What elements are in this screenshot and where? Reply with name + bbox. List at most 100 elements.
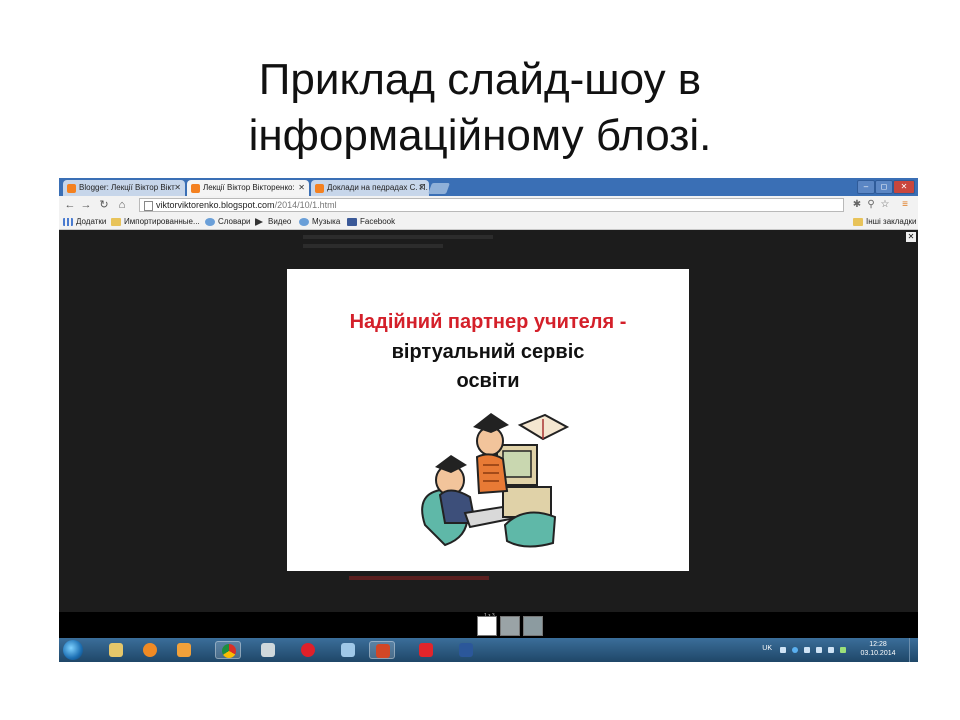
slide-title-line2: інформаційному блозі. bbox=[248, 111, 712, 160]
slide-title: Приклад слайд-шоу в інформаційному блозі… bbox=[0, 52, 960, 164]
taskbar-red-app[interactable] bbox=[413, 641, 439, 659]
folder-icon bbox=[109, 643, 123, 657]
bookmark-apps[interactable]: Додатки bbox=[63, 214, 106, 230]
document-icon bbox=[261, 643, 275, 657]
folder-icon bbox=[853, 218, 863, 226]
tray-icon[interactable] bbox=[804, 647, 810, 653]
tab-reports[interactable]: Доклади на педрадах С. П. ✕ bbox=[311, 180, 429, 196]
bookmark-label: Додатки bbox=[76, 217, 107, 226]
lightbox-overlay: ✕ Надійний партнер учителя - віртуальний… bbox=[59, 230, 918, 612]
slide-caption bbox=[349, 576, 489, 580]
language-indicator[interactable]: UK bbox=[762, 645, 772, 652]
browser-screenshot: Blogger: Лекції Віктор Вікт ✕ Лекції Вік… bbox=[59, 178, 918, 662]
blogger-favicon-icon bbox=[315, 184, 324, 193]
tab-label: Лекції Віктор Вікторенко: bbox=[203, 183, 295, 192]
taskbar-scratch[interactable] bbox=[171, 641, 197, 659]
menu-icon[interactable]: ≡ bbox=[899, 198, 911, 212]
home-icon[interactable]: ⌂ bbox=[115, 197, 129, 213]
taskbar-explorer[interactable] bbox=[103, 641, 129, 659]
app-icon bbox=[419, 643, 433, 657]
taskbar-powerpoint[interactable] bbox=[369, 641, 395, 659]
apps-icon bbox=[63, 218, 73, 226]
bookmarks-bar: Додатки Импортированные... Словари Видео… bbox=[59, 214, 918, 230]
lightbox-close-button[interactable]: ✕ bbox=[906, 232, 916, 242]
folder-icon bbox=[111, 218, 121, 226]
minimize-button[interactable]: – bbox=[857, 180, 875, 194]
teachers-at-computers-illustration bbox=[421, 413, 570, 548]
slideshow-image: Надійний партнер учителя - віртуальний с… bbox=[287, 269, 689, 571]
windows-taskbar: UK 12:28 03.10.2014 bbox=[59, 638, 918, 662]
show-desktop-button[interactable] bbox=[909, 638, 918, 662]
thumbnail-2[interactable] bbox=[500, 616, 520, 636]
powerpoint-icon bbox=[376, 644, 390, 658]
star-icon[interactable]: ☆ bbox=[879, 198, 891, 212]
play-icon bbox=[255, 218, 263, 226]
faint-background-text bbox=[303, 235, 493, 239]
tray-icon[interactable] bbox=[840, 647, 846, 653]
media-player-icon bbox=[143, 643, 157, 657]
slide-heading-line3: освіти bbox=[456, 370, 520, 392]
bookmark-label: Словари bbox=[218, 217, 251, 226]
network-icon[interactable] bbox=[828, 647, 834, 653]
taskbar-chrome[interactable] bbox=[215, 641, 241, 659]
taskbar-paint[interactable] bbox=[335, 641, 361, 659]
tab-lectures[interactable]: Лекції Віктор Вікторенко: ✕ bbox=[187, 180, 309, 196]
facebook-icon bbox=[347, 218, 357, 226]
close-window-button[interactable]: ✕ bbox=[893, 180, 915, 194]
bookmark-label: Видео bbox=[268, 217, 292, 226]
bookmark-label: Facebook bbox=[360, 217, 396, 226]
page-icon bbox=[144, 201, 153, 211]
browser-toolbar: ← → ↻ ⌂ viktorviktorenko.blogspot.com/20… bbox=[59, 196, 918, 214]
thumbnail-1[interactable] bbox=[477, 616, 497, 636]
slideshow-thumbnail-strip: 1 з 3 bbox=[59, 612, 918, 638]
paint-icon bbox=[341, 643, 355, 657]
tab-label: Blogger: Лекції Віктор Вікт bbox=[79, 183, 175, 192]
taskbar-word[interactable] bbox=[453, 641, 479, 659]
thumbnail-3[interactable] bbox=[523, 616, 543, 636]
extension-icon[interactable]: ✱ bbox=[851, 198, 863, 212]
volume-icon[interactable] bbox=[816, 647, 822, 653]
bookmark-dictionaries[interactable]: Словари bbox=[205, 214, 251, 230]
tray-icon[interactable] bbox=[780, 647, 786, 653]
chrome-icon bbox=[222, 644, 236, 658]
tab-label: Доклади на педрадах С. П. bbox=[327, 183, 428, 192]
bookmark-video[interactable]: Видео bbox=[255, 214, 291, 230]
other-bookmarks[interactable]: Інші закладки bbox=[853, 214, 917, 230]
bookmark-label: Музыка bbox=[312, 217, 341, 226]
help-icon[interactable] bbox=[792, 647, 798, 653]
new-tab-button[interactable] bbox=[427, 183, 451, 194]
word-icon bbox=[459, 643, 473, 657]
start-button[interactable] bbox=[63, 640, 83, 660]
url-host: viktorviktorenko.blogspot.com bbox=[156, 200, 275, 210]
taskbar-document[interactable] bbox=[255, 641, 281, 659]
forward-arrow-icon[interactable]: → bbox=[79, 197, 93, 213]
tab-close-icon[interactable]: ✕ bbox=[418, 180, 425, 196]
slide-title-line1: Приклад слайд-шоу в bbox=[258, 55, 702, 104]
bookmark-facebook[interactable]: Facebook bbox=[347, 214, 395, 230]
taskbar-opera[interactable] bbox=[295, 641, 321, 659]
back-arrow-icon[interactable]: ← bbox=[63, 197, 77, 213]
url-path: /2014/10/1.html bbox=[274, 200, 337, 210]
faint-background-text bbox=[303, 244, 443, 248]
taskbar-media-player[interactable] bbox=[137, 641, 163, 659]
clock-time: 12:28 bbox=[869, 641, 887, 648]
tab-close-icon[interactable]: ✕ bbox=[298, 180, 305, 196]
slide-heading-red: Надійний партнер учителя - bbox=[349, 311, 627, 333]
bookmark-imported[interactable]: Импортированные... bbox=[111, 214, 200, 230]
globe-icon bbox=[299, 218, 309, 226]
tab-strip: Blogger: Лекції Віктор Вікт ✕ Лекції Вік… bbox=[59, 178, 918, 196]
blogger-favicon-icon bbox=[67, 184, 76, 193]
search-icon[interactable]: ⚲ bbox=[865, 198, 877, 212]
tab-blogger[interactable]: Blogger: Лекції Віктор Вікт ✕ bbox=[63, 180, 185, 196]
globe-icon bbox=[205, 218, 215, 226]
bookmark-music[interactable]: Музыка bbox=[299, 214, 340, 230]
clock[interactable]: 12:28 03.10.2014 bbox=[858, 640, 898, 658]
blogger-favicon-icon bbox=[191, 184, 200, 193]
slide-heading-line2: віртуальний сервіс bbox=[391, 341, 585, 363]
maximize-button[interactable]: ◻ bbox=[875, 180, 893, 194]
opera-icon bbox=[301, 643, 315, 657]
address-bar[interactable]: viktorviktorenko.blogspot.com/2014/10/1.… bbox=[139, 198, 844, 212]
bookmark-label: Импортированные... bbox=[124, 217, 200, 226]
reload-icon[interactable]: ↻ bbox=[97, 197, 111, 213]
tab-close-icon[interactable]: ✕ bbox=[174, 180, 181, 196]
